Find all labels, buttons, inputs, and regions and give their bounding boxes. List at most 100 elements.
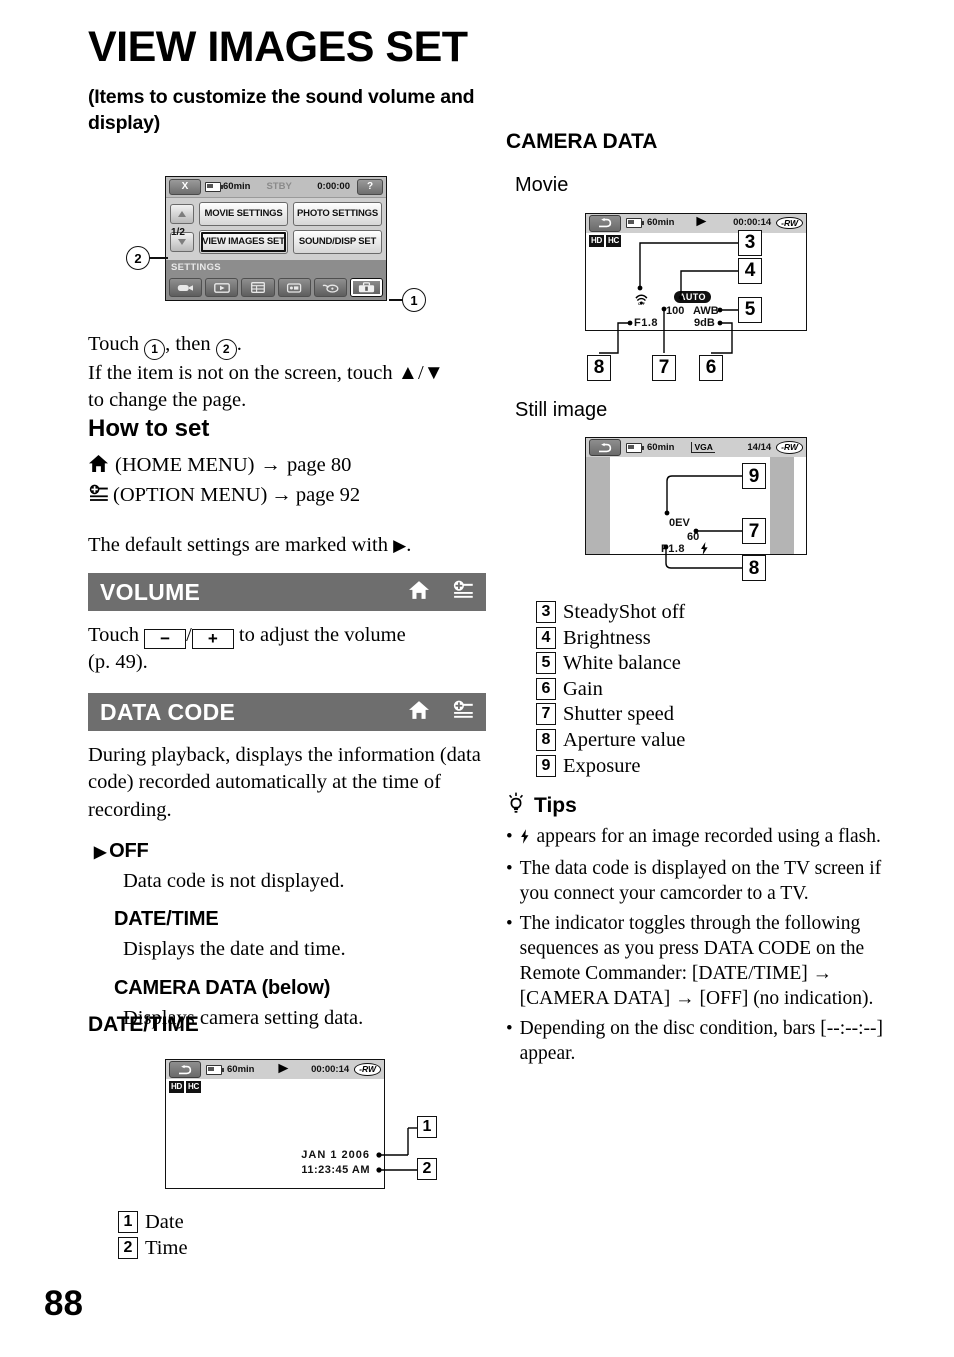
- manage-icon[interactable]: [313, 278, 347, 298]
- aperture-value: F1.8: [634, 316, 659, 329]
- menu-item-movie-settings[interactable]: MOVIE SETTINGS: [199, 202, 288, 226]
- callout-box-7: 7: [652, 354, 676, 381]
- legend-label-3: SteadyShot off: [563, 601, 686, 624]
- scroll-up-button[interactable]: [170, 204, 194, 224]
- instruction-line-1-pre: Touch: [88, 333, 145, 355]
- data-code-section-title: DATA CODE: [100, 698, 236, 725]
- data-code-section-icons: [408, 700, 474, 725]
- legend-num-8: 8: [536, 729, 556, 751]
- home-menu-label: (HOME MENU): [115, 454, 255, 476]
- legend-item: 9 Exposure: [536, 754, 888, 779]
- date-time-legend: 1 Date 2 Time: [118, 1211, 486, 1260]
- steadyshot-off-icon: OFF: [634, 292, 649, 310]
- return-button[interactable]: [169, 1061, 201, 1078]
- data-code-section: DATA CODE During playback, displays the …: [88, 693, 486, 1032]
- legend-label-8: Aperture value: [563, 729, 686, 751]
- instruction-line-2: If the item is not on the screen, touch …: [88, 361, 444, 384]
- help-button[interactable]: ?: [357, 179, 383, 195]
- callout-1-line: [389, 299, 403, 301]
- legend-num-2: 2: [118, 1236, 138, 1259]
- camera-icon[interactable]: [169, 278, 203, 298]
- legend-item: 8 Aperture value: [536, 729, 888, 753]
- legend-item: 7 Shutter speed: [536, 703, 888, 727]
- page-number: 88: [44, 1284, 83, 1323]
- return-button[interactable]: [589, 214, 621, 232]
- volume-plus-button[interactable]: +: [191, 628, 234, 649]
- battery-label: 60min: [227, 1063, 255, 1075]
- camera-data-legend: 3 SteadyShot off 4 Brightness 5 White ba…: [536, 601, 888, 778]
- svg-text:OFF: OFF: [638, 301, 645, 304]
- bullet-icon: •: [506, 912, 513, 934]
- legend-num-6: 6: [536, 677, 556, 700]
- legend-num-4: 4: [536, 626, 556, 649]
- volume-section-title: VOLUME: [100, 578, 201, 605]
- volume-body: Touch − / + to adjust the volume (p. 49).: [88, 622, 486, 677]
- callout-box-6: 6: [699, 354, 723, 381]
- legend-num-3: 3: [536, 601, 556, 624]
- settings-menu-figure: X 60min STBY 0:00:00 ? 1/2 MOVIE SETTING…: [165, 176, 387, 302]
- letterbox-left: [586, 457, 610, 555]
- default-note-post: .: [406, 533, 412, 556]
- option-off-desc: Data code is not displayed.: [123, 869, 345, 892]
- return-button[interactable]: [589, 439, 621, 457]
- home-menu-page: page 80: [287, 454, 352, 476]
- gain-value: 9dB: [694, 316, 715, 329]
- callout-box-7b: 7: [742, 518, 766, 545]
- option-off-heading: ▶ OFF: [94, 840, 486, 863]
- flash-icon: [700, 542, 709, 555]
- tip-text-1: appears for an image recorded using a fl…: [520, 825, 881, 852]
- tip-item: • appears for an image recorded using a …: [506, 825, 888, 852]
- menu-item-view-images-set[interactable]: VIEW IMAGES SET: [199, 230, 288, 254]
- format-badge-hc: HC: [605, 234, 621, 247]
- close-button[interactable]: X: [169, 179, 201, 195]
- format-badges: HD HC: [586, 233, 806, 247]
- option-menu-page: page 92: [295, 484, 361, 507]
- volume-body-pre: Touch: [88, 624, 145, 646]
- playback-icon[interactable]: [205, 278, 239, 298]
- data-code-section-header: DATA CODE: [88, 693, 486, 731]
- arrow-right-icon: →: [260, 454, 282, 476]
- legend-item: 6 Gain: [536, 677, 888, 702]
- volume-minus-button[interactable]: −: [144, 628, 187, 649]
- legend-num-5: 5: [536, 652, 556, 675]
- how-to-set-row-home: (HOME MENU) → page 80: [88, 452, 486, 479]
- option-menu-label: (OPTION MENU): [113, 484, 268, 507]
- legend-label-4: Brightness: [563, 626, 651, 649]
- volume-section-icons: [408, 580, 474, 605]
- legend-label-2: Time: [145, 1236, 188, 1259]
- callout-box-1: 1: [417, 1116, 437, 1138]
- legend-item: 5 White balance: [536, 652, 888, 676]
- disc-type-badge: -RW: [776, 216, 803, 230]
- lcd-status-bar: 60min 00:00:14 -RW: [586, 213, 806, 233]
- tips-heading: Tips: [534, 793, 577, 817]
- date-time-heading: DATE/TIME: [88, 1013, 199, 1036]
- tip-item: • Depending on the disc condition, bars …: [506, 1017, 888, 1067]
- legend-label-1: Date: [145, 1211, 184, 1233]
- data-code-intro: During playback, displays the informatio…: [88, 744, 481, 821]
- tip-text-4: Depending on the disc condition, bars [-…: [519, 1017, 884, 1064]
- still-lcd-screen: 60min VGA 14/14 -RW 0EV 60 F1.8: [585, 437, 807, 556]
- list-icon[interactable]: [241, 278, 275, 298]
- menu-item-photo-settings[interactable]: PHOTO SETTINGS: [293, 202, 382, 226]
- home-icon: [408, 580, 430, 605]
- camera-data-block: CAMERA DATA Movie 60min 00:00:14 -RW HD …: [506, 130, 888, 1072]
- recording-status: STBY: [266, 181, 292, 193]
- media-icon[interactable]: [277, 278, 311, 298]
- menu-page-indicator: 1/2: [171, 227, 185, 238]
- toolbox-icon[interactable]: [349, 278, 384, 298]
- tip-item: • The data code is displayed on the TV s…: [506, 857, 888, 907]
- bullet-icon: •: [506, 826, 513, 848]
- default-settings-note: The default settings are marked with ▶.: [88, 532, 486, 559]
- menu-status-bar: X 60min STBY 0:00:00 ?: [166, 177, 386, 198]
- legend-item: 4 Brightness: [536, 626, 888, 651]
- legend-label-9: Exposure: [563, 754, 641, 777]
- tips-header: Tips: [506, 792, 888, 819]
- lcd-status-bar: 60min VGA 14/14 -RW: [586, 438, 806, 458]
- aperture-value: F1.8: [661, 543, 686, 556]
- legend-item: 2 Time: [118, 1236, 486, 1261]
- format-badge-hc: HC: [185, 1081, 201, 1093]
- battery-indicator: 60min: [205, 182, 250, 192]
- menu-item-sound-disp-set[interactable]: SOUND/DISP SET: [293, 230, 382, 254]
- legend-num-7: 7: [536, 703, 556, 726]
- shutter-speed-value: 100: [666, 304, 685, 317]
